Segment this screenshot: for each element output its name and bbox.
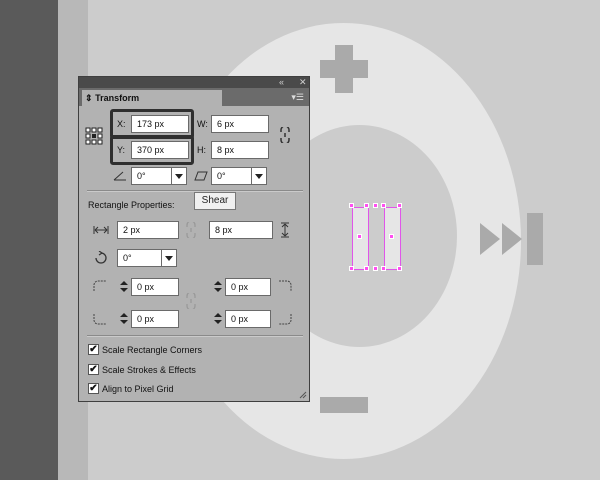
chevron-down-icon[interactable] (161, 250, 176, 266)
selection-handle[interactable] (373, 203, 378, 208)
rect-width-input[interactable]: 2 px (117, 221, 179, 239)
link-dimensions-icon[interactable] (185, 222, 197, 238)
selection-handle[interactable] (373, 266, 378, 271)
shear-input[interactable]: 0° (211, 167, 267, 185)
constrain-proportions-icon[interactable] (278, 127, 292, 143)
next-track-icon (480, 213, 543, 265)
tab-transform[interactable]: ⇕ Transform (82, 90, 222, 106)
corner-top-left-icon (93, 280, 106, 291)
align-pixel-grid-label: Align to Pixel Grid (102, 384, 174, 394)
corner-bottom-right-stepper[interactable] (213, 312, 223, 326)
corner-bottom-left-icon (93, 314, 106, 325)
panel-titlebar[interactable]: « ✕ (79, 77, 309, 88)
align-pixel-grid-checkbox[interactable]: ✔ (88, 383, 99, 394)
scale-strokes-checkbox[interactable]: ✔ (88, 364, 99, 375)
height-arrows-icon (281, 222, 289, 238)
panel-tab-row: ⇕ Transform ▾☰ (79, 88, 309, 106)
reference-point-icon[interactable] (85, 127, 103, 145)
x-label: X: (117, 119, 126, 129)
link-corners-icon[interactable] (185, 293, 197, 309)
rotate-input[interactable]: 0° (131, 167, 187, 185)
width-arrows-icon (93, 226, 109, 234)
corner-top-right-input[interactable]: 0 px (225, 278, 271, 296)
corner-top-right-stepper[interactable] (213, 280, 223, 294)
close-icon[interactable]: ✕ (299, 77, 307, 88)
rectangle-properties-label: Rectangle Properties: (88, 200, 175, 210)
selection-handle[interactable] (397, 266, 402, 271)
chevron-down-icon[interactable] (171, 168, 186, 184)
corner-bottom-right-input[interactable]: 0 px (225, 310, 271, 328)
corner-top-left-stepper[interactable] (119, 280, 129, 294)
selection-handle[interactable] (364, 203, 369, 208)
shear-tooltip: Shear (194, 192, 236, 210)
w-label: W: (197, 119, 208, 129)
divider (87, 335, 303, 337)
corner-top-left-input[interactable]: 0 px (131, 278, 179, 296)
rotate-angle-icon (113, 171, 126, 181)
selection-handle[interactable] (389, 234, 394, 239)
rect-height-input[interactable]: 8 px (209, 221, 273, 239)
corner-bottom-left-stepper[interactable] (119, 312, 129, 326)
selection-handle[interactable] (349, 266, 354, 271)
transform-panel: « ✕ ⇕ Transform ▾☰ X: 173 px Y: 370 px W… (78, 76, 310, 402)
h-label: H: (197, 145, 206, 155)
rotate-value: 0° (137, 171, 146, 181)
selection-handle[interactable] (397, 203, 402, 208)
rect-rotate-value: 0° (123, 253, 132, 263)
shear-icon (194, 171, 208, 181)
corner-bottom-right-icon (279, 314, 292, 325)
plus-icon-vertical (335, 45, 353, 93)
tab-arrows-icon: ⇕ (85, 93, 93, 103)
panel-menu-icon[interactable]: ▾☰ (291, 90, 304, 104)
selection-handle[interactable] (381, 266, 386, 271)
collapse-icon[interactable]: « (279, 77, 284, 88)
resize-grip-icon[interactable] (299, 391, 307, 399)
corner-top-right-icon (279, 280, 292, 291)
tab-transform-label: Transform (95, 93, 140, 103)
scale-corners-checkbox[interactable]: ✔ (88, 344, 99, 355)
rotate-icon (95, 251, 107, 264)
selection-handle[interactable] (349, 203, 354, 208)
w-input[interactable]: 6 px (211, 115, 269, 133)
chevron-down-icon[interactable] (251, 168, 266, 184)
selection-handle[interactable] (381, 203, 386, 208)
corner-bottom-left-input[interactable]: 0 px (131, 310, 179, 328)
y-label: Y: (117, 145, 126, 155)
scale-corners-label: Scale Rectangle Corners (102, 345, 203, 355)
minus-icon (320, 397, 368, 413)
x-input[interactable]: 173 px (131, 115, 189, 133)
selection-handle[interactable] (357, 234, 362, 239)
scale-strokes-label: Scale Strokes & Effects (102, 365, 196, 375)
selection-handle[interactable] (364, 266, 369, 271)
y-input[interactable]: 370 px (131, 141, 189, 159)
shear-value: 0° (217, 171, 226, 181)
h-input[interactable]: 8 px (211, 141, 269, 159)
rect-rotate-input[interactable]: 0° (117, 249, 177, 267)
